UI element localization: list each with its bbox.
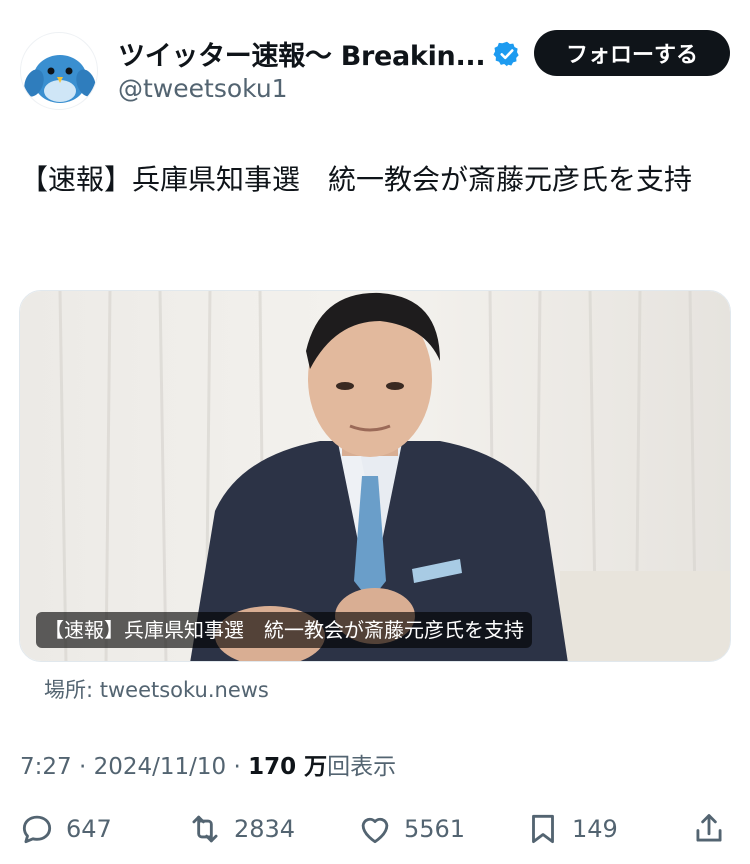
share-icon — [696, 814, 722, 842]
bookmark-button[interactable]: 149 — [524, 810, 618, 848]
share-button[interactable] — [690, 810, 728, 848]
reply-icon — [22, 815, 52, 844]
media-source-link[interactable]: 場所: tweetsoku.news — [44, 674, 269, 704]
follow-button[interactable]: フォローする — [534, 30, 730, 76]
display-name[interactable]: ツイッター速報〜 Breakin... — [118, 34, 486, 73]
meta-separator: · — [71, 754, 94, 780]
retweet-button[interactable]: 2834 — [186, 810, 295, 848]
tweet-header: ツイッター速報〜 Breakin... @tweetsoku1 フォローする — [20, 30, 730, 110]
like-count: 5561 — [404, 815, 466, 843]
account-handle[interactable]: @tweetsoku1 — [118, 74, 288, 103]
tweet-date[interactable]: 2024/11/10 — [94, 754, 227, 780]
bird-avatar-icon[interactable] — [20, 32, 98, 110]
reply-count: 647 — [66, 815, 112, 843]
reply-button[interactable]: 647 — [18, 810, 112, 848]
views-label: 回表示 — [327, 754, 397, 780]
retweet-icon — [192, 815, 218, 843]
tweet-text: 【速報】兵庫県知事選 統一教会が斎藤元彦氏を支持 — [20, 163, 693, 196]
action-bar: 647 2834 5561 149 — [0, 800, 750, 860]
like-button[interactable]: 5561 — [356, 810, 465, 848]
photo-illustration — [20, 291, 730, 661]
display-name-row: ツイッター速報〜 Breakin... — [118, 34, 521, 73]
tweet-time[interactable]: 7:27 — [20, 754, 72, 780]
views-count: 170 万 — [248, 754, 328, 780]
bookmark-icon — [532, 814, 554, 844]
tweet-meta: 7:27 · 2024/11/10 · 170 万回表示 — [20, 747, 396, 781]
retweet-count: 2834 — [234, 815, 296, 843]
heart-icon — [361, 817, 389, 844]
tweet-media-photo[interactable]: 【速報】兵庫県知事選 統一教会が斎藤元彦氏を支持 — [19, 290, 731, 662]
media-caption: 【速報】兵庫県知事選 統一教会が斎藤元彦氏を支持 — [36, 612, 532, 648]
bookmark-count: 149 — [572, 815, 618, 843]
meta-separator: · — [226, 754, 249, 780]
verified-badge-icon — [493, 40, 521, 68]
